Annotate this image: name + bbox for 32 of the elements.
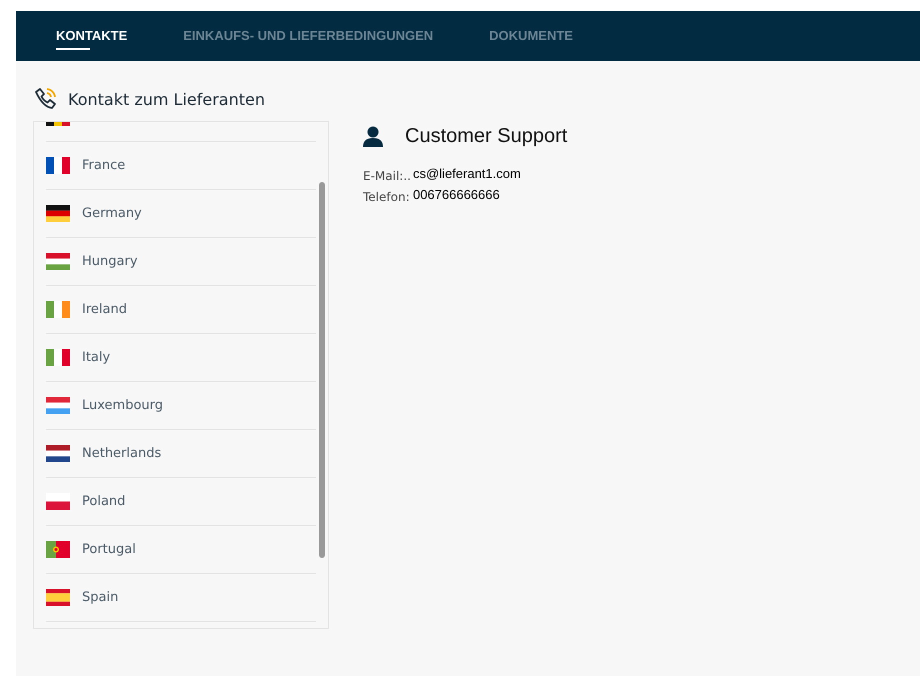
country-item[interactable]: Spain [46, 574, 316, 622]
flag-icon [46, 445, 70, 462]
country-item[interactable]: Hungary [46, 238, 316, 286]
flag-icon [46, 349, 70, 366]
nav-tab[interactable]: KONTAKTE [56, 22, 128, 50]
field-value: 006766666666 [412, 187, 501, 204]
country-item[interactable]: Poland [46, 478, 316, 526]
field-label: Telefon: [363, 189, 411, 204]
country-item[interactable]: Ireland [46, 286, 316, 334]
country-item[interactable]: Portugal [46, 526, 316, 574]
country-item[interactable]: Italy [46, 334, 316, 382]
field-value: cs@lieferant1.com [412, 166, 521, 183]
contact-title: Customer Support [405, 125, 568, 148]
flag-icon [46, 589, 70, 606]
nav-tab[interactable]: DOKUMENTE [489, 22, 573, 50]
phone-icon [32, 86, 58, 112]
flag-icon [46, 397, 70, 414]
country-item[interactable]: Netherlands [46, 430, 316, 478]
country-item[interactable]: Luxembourg [46, 382, 316, 430]
nav-tab[interactable]: EINKAUFS- UND LIEFERBEDINGUNGEN [183, 22, 434, 50]
flag-icon [46, 541, 70, 558]
country-item[interactable]: France [46, 142, 316, 190]
flag-icon [46, 493, 70, 510]
section-title: Kontakt zum Lieferanten [68, 90, 265, 108]
country-item[interactable]: Germany [46, 190, 316, 238]
scrollbar[interactable] [319, 182, 325, 558]
field-label: E-Mail:.. [363, 168, 411, 183]
flag-icon [46, 253, 70, 270]
person-icon [363, 126, 383, 147]
flag-icon [46, 301, 70, 318]
flag-icon [46, 205, 70, 222]
flag-icon [46, 157, 70, 174]
